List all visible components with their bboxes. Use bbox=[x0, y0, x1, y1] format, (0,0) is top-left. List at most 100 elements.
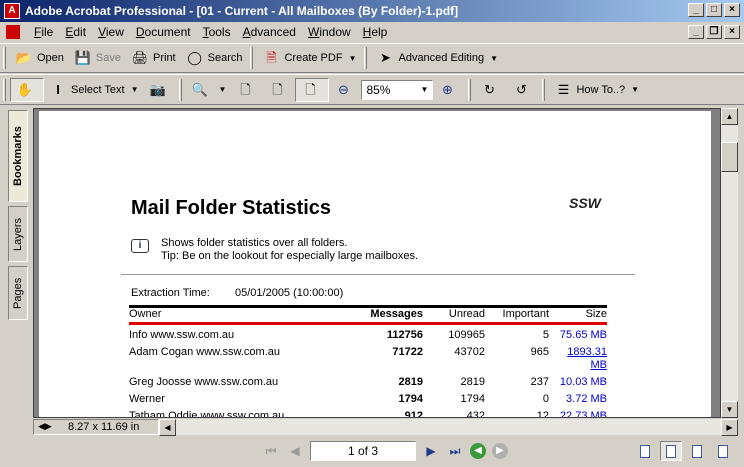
window-controls: _ □ × bbox=[688, 3, 740, 17]
print-button[interactable]: 🖨 Print bbox=[126, 46, 181, 70]
document-view[interactable]: Mail Folder Statistics SSW i Shows folde… bbox=[33, 108, 721, 418]
first-page-button[interactable]: ⏮ bbox=[262, 442, 280, 460]
tab-layers[interactable]: Layers bbox=[8, 206, 28, 262]
scroll-right-button[interactable]: ▶ bbox=[721, 418, 738, 436]
cell-messages: 112756 bbox=[386, 329, 423, 341]
cell-messages: 2819 bbox=[398, 376, 423, 388]
header-important: Important bbox=[502, 308, 549, 320]
print-label: Print bbox=[153, 52, 176, 64]
toolbar-grip[interactable] bbox=[3, 47, 6, 69]
acrobat-icon[interactable]: A bbox=[4, 3, 20, 19]
fit-width-button[interactable]: 🗋 bbox=[295, 77, 330, 102]
vertical-scrollbar[interactable]: ▲ ▼ bbox=[721, 108, 738, 418]
search-button[interactable]: ◯ Search bbox=[181, 46, 248, 70]
horizontal-scroll-row: ◀▶ 8.27 x 11.69 in ◀ ▶ bbox=[33, 418, 738, 436]
menu-file[interactable]: File bbox=[28, 25, 59, 39]
zoom-tool-button[interactable]: 🔍 ▼ bbox=[186, 78, 232, 102]
menu-advanced[interactable]: Advanced bbox=[237, 25, 302, 39]
scroll-down-button[interactable]: ▼ bbox=[721, 401, 738, 418]
rotate-counterclockwise-button[interactable]: ↺ bbox=[507, 78, 539, 102]
minimize-button[interactable]: _ bbox=[688, 3, 704, 17]
scroll-left-button[interactable]: ◀ bbox=[159, 418, 176, 436]
description-tip: Tip: Be on the lookout for especially la… bbox=[161, 250, 419, 262]
fit-page-button[interactable]: 🗋 bbox=[263, 78, 295, 102]
doc-close-button[interactable]: × bbox=[724, 25, 740, 39]
toolbar-grip[interactable] bbox=[468, 78, 472, 101]
tab-pages[interactable]: Pages bbox=[8, 266, 28, 320]
open-button[interactable]: 📂 Open bbox=[10, 46, 69, 70]
chevron-down-icon[interactable]: ▼ bbox=[131, 85, 139, 94]
zoom-in-icon: ⊕ bbox=[442, 81, 453, 97]
document-menu-icon[interactable] bbox=[6, 25, 20, 39]
rotate-clockwise-icon: ↻ bbox=[484, 81, 495, 97]
doc-restore-button[interactable]: ❐ bbox=[706, 25, 722, 39]
menu-document[interactable]: Document bbox=[130, 25, 197, 39]
actual-size-button[interactable]: 🗋 bbox=[231, 78, 263, 102]
toolbar-grip[interactable] bbox=[364, 47, 368, 69]
cell-unread: 109965 bbox=[448, 329, 485, 341]
select-text-button[interactable]: I Select Text ▼ bbox=[44, 78, 144, 102]
ssw-logo: SSW bbox=[569, 195, 601, 211]
save-button[interactable]: 💾 Save bbox=[69, 46, 126, 70]
toolbar-grip[interactable] bbox=[3, 78, 6, 101]
toolbar-grip[interactable] bbox=[250, 47, 254, 69]
menu-window[interactable]: Window bbox=[302, 25, 357, 39]
create-pdf-button[interactable]: 🗎 Create PDF ▼ bbox=[257, 46, 361, 70]
horizontal-scrollbar[interactable] bbox=[176, 419, 721, 435]
menu-edit[interactable]: Edit bbox=[59, 25, 92, 39]
header-unread: Unread bbox=[448, 308, 485, 320]
snapshot-button[interactable]: 📷 bbox=[144, 78, 176, 102]
zoom-out-button[interactable]: ⊖ bbox=[329, 78, 361, 102]
single-page-button[interactable] bbox=[634, 441, 656, 461]
tab-bookmarks[interactable]: Bookmarks bbox=[8, 110, 28, 202]
toolbar-grip[interactable] bbox=[178, 78, 182, 101]
how-to-button[interactable]: ☰ How To..? ▼ bbox=[549, 78, 644, 102]
save-icon: 💾 bbox=[74, 50, 92, 65]
next-view-button[interactable]: ▶ bbox=[492, 443, 508, 459]
scroll-thumb[interactable] bbox=[721, 142, 738, 172]
extraction-time-value: 05/01/2005 (10:00:00) bbox=[235, 287, 344, 299]
advanced-editing-icon: ➤ bbox=[380, 50, 391, 65]
cell-size-link[interactable]: 1893.31 MB bbox=[549, 346, 607, 372]
zoom-in-button[interactable]: ⊕ bbox=[433, 78, 465, 102]
menu-help[interactable]: Help bbox=[357, 25, 394, 39]
doc-minimize-button[interactable]: _ bbox=[688, 25, 704, 39]
next-page-button[interactable]: ▶ bbox=[422, 442, 440, 460]
last-page-button[interactable]: ⏭ bbox=[446, 442, 464, 460]
continuous-button[interactable] bbox=[660, 441, 682, 461]
how-to-label: How To..? bbox=[576, 83, 626, 96]
previous-view-button[interactable]: ◀ bbox=[470, 443, 486, 459]
continuous-facing-button[interactable] bbox=[712, 441, 734, 461]
advanced-editing-button[interactable]: ➤ Advanced Editing ▼ bbox=[371, 46, 503, 70]
chevron-down-icon[interactable]: ▼ bbox=[349, 54, 357, 63]
chevron-down-icon[interactable]: ▼ bbox=[490, 54, 498, 63]
cell-messages: 71722 bbox=[392, 346, 423, 358]
page-number-field[interactable]: 1 of 3 bbox=[310, 441, 416, 461]
scroll-up-button[interactable]: ▲ bbox=[721, 108, 738, 125]
zoom-level-field[interactable]: 85% ▼ bbox=[361, 79, 434, 100]
chevron-down-icon[interactable]: ▼ bbox=[219, 85, 227, 94]
pdf-page: Mail Folder Statistics SSW i Shows folde… bbox=[39, 111, 711, 418]
camera-icon: 📷 bbox=[149, 81, 166, 97]
facing-button[interactable] bbox=[686, 441, 708, 461]
cell-unread: 432 bbox=[466, 410, 485, 418]
chevron-down-icon[interactable]: ▼ bbox=[421, 85, 429, 94]
previous-page-button[interactable]: ◀ bbox=[286, 442, 304, 460]
tab-layers-label: Layers bbox=[12, 217, 24, 251]
cell-messages: 912 bbox=[404, 410, 423, 418]
navigation-pane: Bookmarks Layers Pages bbox=[0, 106, 32, 420]
menu-view[interactable]: View bbox=[92, 25, 130, 39]
zoom-level-value: 85% bbox=[366, 82, 391, 97]
maximize-button[interactable]: □ bbox=[706, 3, 722, 17]
close-button[interactable]: × bbox=[724, 3, 740, 17]
tab-pages-label: Pages bbox=[12, 277, 24, 309]
continuous-icon bbox=[666, 444, 676, 458]
menu-tools[interactable]: Tools bbox=[197, 25, 237, 39]
table-header-rule bbox=[129, 322, 607, 325]
cell-size: 22.73 MB bbox=[559, 410, 607, 418]
rotate-clockwise-button[interactable]: ↻ bbox=[475, 78, 507, 102]
chevron-down-icon[interactable]: ▼ bbox=[631, 85, 639, 94]
hand-tool-button[interactable]: ✋ bbox=[10, 77, 44, 102]
toolbar-grip[interactable] bbox=[542, 78, 546, 101]
file-toolbar: 📂 Open 💾 Save 🖨 Print ◯ Search 🗎 Create … bbox=[0, 43, 744, 73]
